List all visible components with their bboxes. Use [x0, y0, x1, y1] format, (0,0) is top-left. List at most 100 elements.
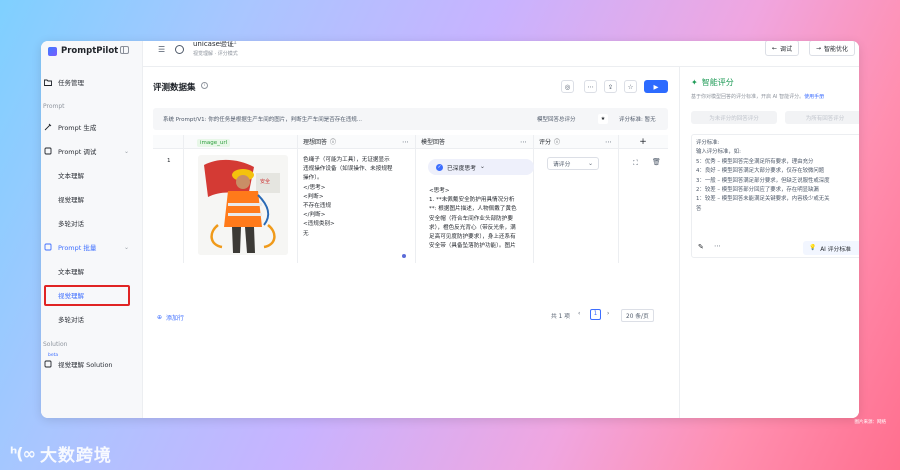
more-icon[interactable]: ⋯ [714, 242, 721, 250]
sidebar-item-vision-solution[interactable]: 视觉理解 Solution [41, 359, 143, 369]
prev-page-icon[interactable]: ‹ [578, 311, 580, 317]
bulb-icon: 💡 [809, 245, 817, 251]
total-score-select[interactable]: ★ [598, 114, 608, 124]
edit-icon[interactable]: ✎ [698, 243, 704, 251]
column-divider [415, 135, 416, 263]
more-icon[interactable]: ⋯ [584, 80, 597, 93]
sidebar-item-prompt-gen[interactable]: Prompt 生成 [41, 122, 143, 132]
sidebar-item-prompt-debug[interactable]: Prompt 调试 ⌄ [41, 146, 143, 156]
more-icon[interactable]: ⋯ [402, 138, 409, 146]
wand-icon [44, 123, 52, 131]
col-header-label: 评分 [539, 139, 552, 146]
score-select[interactable]: 请评分 ⌄ [547, 157, 599, 170]
deep-think-label: 已深度思考 [447, 165, 476, 172]
criteria-text: 评分标准: 输入评分标准，如: 5：优秀 – 模型回答完全满足所有要求，理由充分… [696, 139, 830, 214]
more-icon[interactable]: ⋯ [605, 138, 612, 146]
eye-off-icon[interactable]: ◎ [561, 80, 574, 93]
main-area: ☰ unicase验证 V1 视觉理解 · 评分模式 ← 调试 → 智能优化 评测数… [143, 41, 859, 418]
next-page-icon[interactable]: › [607, 311, 609, 317]
page-current[interactable]: 1 [590, 309, 601, 320]
ai-criteria-button[interactable]: 💡 AI 评分标准 [803, 241, 859, 255]
ideal-line: 不存在违规 [303, 203, 331, 210]
optimize-button-label: 智能优化 [824, 45, 849, 53]
add-column-button[interactable]: + [618, 135, 668, 149]
more-icon[interactable]: ⋯ [520, 138, 527, 146]
sparkle-icon: ✦ [691, 78, 698, 87]
smart-score-title: ✦ 智能评分 [691, 77, 734, 88]
beta-badge: beta [48, 353, 59, 358]
column-divider [297, 135, 298, 263]
plus-icon: + [639, 136, 647, 147]
sidebar-item-batch-dialog[interactable]: 多轮对话 [41, 314, 143, 324]
menu-icon[interactable]: ☰ [158, 45, 165, 54]
top-bar: ☰ unicase验证 V1 视觉理解 · 评分模式 ← 调试 → 智能优化 [143, 41, 859, 67]
task-title: unicase验证 [193, 41, 234, 48]
system-prompt-bar[interactable]: 系统 Prompt/V1: 你的任务是根据生产车间的图片，判断生产车间是否存在违… [153, 108, 668, 130]
criteria-input[interactable]: 评分标准: 输入评分标准，如: 5：优秀 – 模型回答完全满足所有要求，理由充分… [691, 134, 859, 258]
column-divider [183, 135, 184, 263]
info-icon[interactable]: i [201, 82, 208, 89]
run-button[interactable]: ▶ [644, 80, 668, 93]
sidebar-item-task-mgmt[interactable]: 任务管理 [41, 77, 143, 87]
sidebar-item-batch-text[interactable]: 文本理解 [41, 266, 143, 276]
debug-button[interactable]: ← 调试 [765, 41, 800, 56]
sidebar-item-prompt-batch[interactable]: Prompt 批量 ⌄ [41, 242, 143, 252]
model-line: 1. **未佩戴安全防护用具情况分析 [429, 197, 515, 204]
expand-icon[interactable]: ⛶ [633, 159, 638, 168]
add-row-label: 添加行 [166, 315, 185, 322]
smart-score-title-text: 智能评分 [701, 78, 734, 87]
version-select[interactable]: V1 [229, 41, 237, 46]
ideal-line: 无 [303, 230, 309, 237]
ideal-line: 操作）。 [303, 175, 323, 182]
column-divider [533, 135, 534, 263]
manual-link[interactable]: 使用手册 [804, 94, 824, 100]
trash-icon[interactable]: 🗑 [652, 158, 661, 166]
plus-circle-icon: ⊕ [157, 314, 163, 321]
sidebar-toggle-icon[interactable] [120, 46, 129, 54]
score-all-button[interactable]: 为所有回答评分 [785, 111, 859, 124]
col-header-ideal[interactable]: 理想回答 ⓘ ⋯ [297, 135, 415, 149]
gear-icon[interactable] [175, 45, 184, 54]
col-header-label: 理想回答 [303, 139, 328, 146]
ideal-answer-cell[interactable]: 色绳子（可能为工具），无证据显示 违规操作设备（如误操作、未按规程 操作）。 <… [303, 156, 393, 239]
dataset-title: 评测数据集 [153, 83, 196, 93]
smart-score-desc-text: 基于你对模型回答的评分标准，开启 AI 智能评分。 [691, 94, 805, 100]
row-index: 1 [167, 158, 171, 164]
score-unrated-button[interactable]: 为未评分的回答评分 [691, 111, 777, 124]
sidebar-item-label: 视觉理解 [58, 196, 84, 204]
col-header-image: image_url [153, 135, 297, 149]
section-title-solution: Solution [43, 341, 68, 348]
model-answer-cell[interactable]: <思考> 1. **未佩戴安全防护用具情况分析 **: 根据图片描述，人物佩戴了… [429, 187, 517, 251]
row-image[interactable]: 安全 [198, 155, 288, 255]
col-header-model[interactable]: 模型回答 ⋯ [415, 135, 533, 149]
upload-icon[interactable]: ⇪ [604, 80, 617, 93]
sidebar-item-debug-text[interactable]: 文本理解 [41, 170, 143, 180]
model-line: 足高可见度防护要求），身上还系有 [429, 234, 516, 241]
resize-dot-icon[interactable] [402, 254, 406, 258]
folder-icon [44, 78, 52, 86]
sidebar-item-debug-vision[interactable]: 视觉理解 [41, 194, 143, 204]
model-line: 求），橙色反光背心（带反光条，满 [429, 224, 516, 231]
smart-optimize-button[interactable]: → 智能优化 [809, 41, 856, 56]
ideal-line: 色绳子（可能为工具），无证据显示 [303, 157, 390, 163]
svg-text:安全: 安全 [260, 178, 270, 185]
page-size-select[interactable]: 20 条/页 [621, 309, 654, 322]
total-score-label: 模型回答总评分 [537, 117, 576, 123]
dataset-panel: 评测数据集 i ◎ ⋯ ⇪ ☆ ▶ 系统 Prompt/V1: 你的任务是根据生… [143, 67, 678, 418]
ideal-line: <违规类别> [303, 221, 335, 228]
smart-score-panel: ✦ 智能评分 基于你对模型回答的评分标准，开启 AI 智能评分。使用手册 为未评分… [679, 67, 859, 418]
criteria-line: 2：较差 – 模型回答部分回应了要求，存在明显缺漏 [696, 187, 819, 194]
chevron-down-icon: ⌄ [588, 160, 593, 167]
criteria-line: 3：一般 – 模型回答满足部分要求，但缺乏说服性或深度 [696, 177, 830, 184]
col-header-score[interactable]: 评分 ⓘ ⋯ [533, 135, 618, 149]
system-prompt-text: 系统 Prompt/V1: 你的任务是根据生产车间的图片，判断生产车间是否存在违… [163, 117, 362, 123]
deep-think-toggle[interactable]: ✓ 已深度思考 ⌄ [428, 159, 534, 175]
data-table: image_url 理想回答 ⓘ ⋯ 模型回答 ⋯ 评分 ⓘ ⋯ + 1 安全 色绳子（可… [153, 135, 668, 300]
highlight-box [44, 285, 130, 306]
star-icon[interactable]: ☆ [624, 80, 637, 93]
forward-arrow-icon: → [816, 44, 822, 52]
sidebar-item-debug-dialog[interactable]: 多轮对话 [41, 218, 143, 228]
app-logo[interactable]: PromptPilot [48, 46, 118, 56]
add-row-button[interactable]: ⊕ 添加行 [157, 313, 184, 322]
score-standard-label: 评分标准: 暂无 [619, 117, 656, 123]
